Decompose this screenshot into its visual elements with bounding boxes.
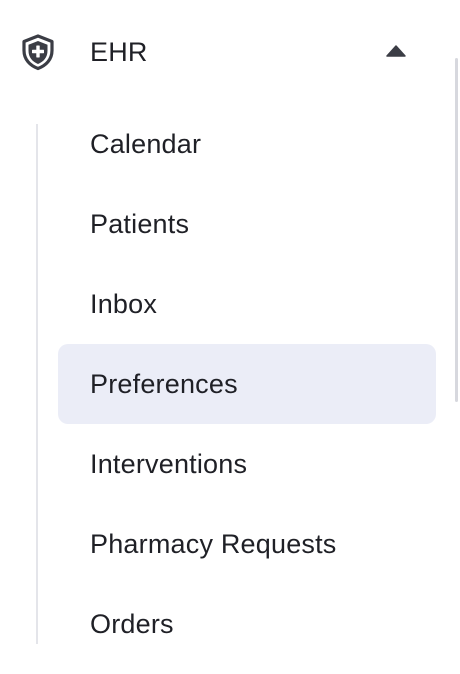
- ehr-section-header[interactable]: EHR: [0, 0, 440, 104]
- nav-item-label: Preferences: [90, 369, 238, 399]
- nav-item-label: Orders: [90, 609, 174, 639]
- shield-plus-icon: [22, 34, 54, 71]
- scrollbar[interactable]: [455, 0, 460, 674]
- scrollbar-thumb[interactable]: [455, 58, 458, 402]
- nav-item-orders[interactable]: Orders: [58, 584, 436, 664]
- nav-item-label: Interventions: [90, 449, 248, 479]
- nav-item-interventions[interactable]: Interventions: [58, 424, 436, 504]
- nav-item-label: Patients: [90, 209, 190, 239]
- nav-item-inbox[interactable]: Inbox: [58, 264, 436, 344]
- ehr-submenu: Calendar Patients Inbox Preferences Inte…: [58, 104, 436, 664]
- nav-item-label: Pharmacy Requests: [90, 529, 337, 559]
- nav-item-label: Inbox: [90, 289, 158, 319]
- section-title: EHR: [90, 37, 148, 67]
- nav-item-pharmacy-requests[interactable]: Pharmacy Requests: [58, 504, 436, 584]
- nav-item-patients[interactable]: Patients: [58, 184, 436, 264]
- nav-item-preferences[interactable]: Preferences: [58, 344, 436, 424]
- nav-item-label: Calendar: [90, 129, 202, 159]
- tree-guide-line: [36, 124, 38, 644]
- caret-up-icon[interactable]: [385, 44, 407, 58]
- nav-item-calendar[interactable]: Calendar: [58, 104, 436, 184]
